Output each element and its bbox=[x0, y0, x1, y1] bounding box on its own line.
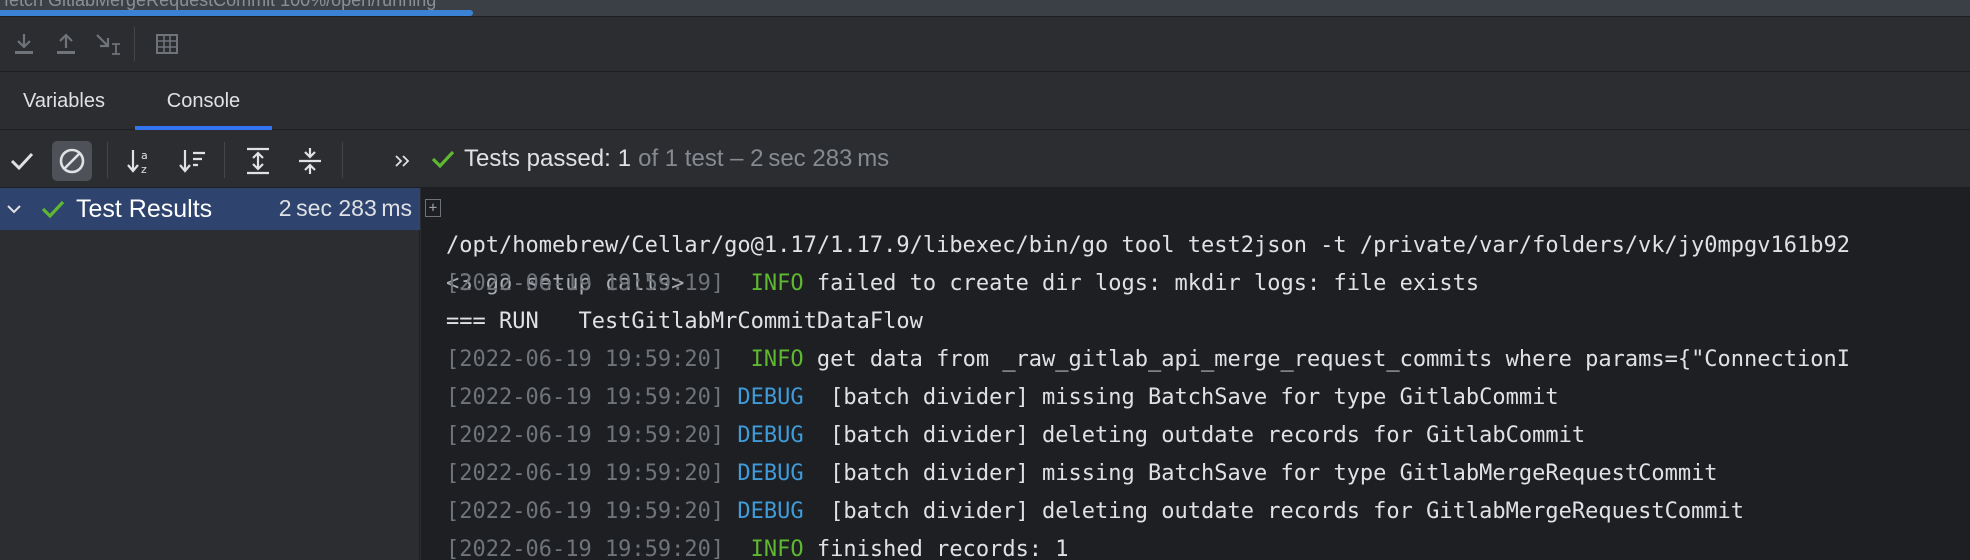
log-level: INFO bbox=[737, 347, 804, 372]
log-timestamp: [2022-06-19 19:59:20] bbox=[446, 347, 725, 372]
tab-console[interactable]: Console bbox=[135, 72, 272, 130]
console-line: [2022-06-19 19:59:20] DEBUG [batch divid… bbox=[446, 455, 1718, 493]
tab-console-label: Console bbox=[166, 90, 241, 112]
tab-variables-label: Variables bbox=[23, 90, 105, 112]
passed-check-icon bbox=[431, 150, 455, 169]
log-level: INFO bbox=[737, 271, 804, 296]
log-message: [batch divider] missing BatchSave for ty… bbox=[803, 461, 1718, 486]
console-line: [2022-06-19 19:59:20] DEBUG [batch divid… bbox=[446, 379, 1559, 417]
run-progress-strip: fetch GitlabMergeRequestCommit 100%/open… bbox=[0, 0, 1970, 17]
test-runner-toolbar: az Tests passed: 1 of 1 test – 2 sec 283… bbox=[0, 130, 1970, 188]
tree-node-duration: 2 sec 283 ms bbox=[278, 195, 412, 221]
log-level: INFO bbox=[737, 537, 804, 560]
console-line: [2022-06-19 19:59:20] DEBUG [batch divid… bbox=[446, 417, 1585, 455]
progress-bar bbox=[0, 10, 473, 16]
tests-passed-count: 1 bbox=[617, 145, 632, 172]
console-text: /opt/homebrew/Cellar/go@1.17/1.17.9/libe… bbox=[446, 233, 1850, 258]
log-timestamp: [2022-06-19 19:59:19] bbox=[446, 271, 725, 296]
step-out-icon[interactable] bbox=[90, 26, 126, 62]
toolbar-separator bbox=[224, 142, 225, 178]
svg-text:z: z bbox=[141, 163, 147, 176]
console-line: [2022-06-19 19:59:20] DEBUG [batch divid… bbox=[446, 493, 1744, 531]
expand-all-icon[interactable] bbox=[238, 141, 278, 181]
show-ignored-icon[interactable] bbox=[52, 141, 92, 181]
log-timestamp: [2022-06-19 19:59:20] bbox=[446, 385, 725, 410]
log-timestamp: [2022-06-19 19:59:20] bbox=[446, 499, 725, 524]
log-timestamp: [2022-06-19 19:59:20] bbox=[446, 461, 725, 486]
tree-node-label: Test Results bbox=[76, 195, 213, 223]
console-line: [2022-06-19 19:59:20] INFO get data from… bbox=[446, 341, 1850, 379]
sort-by-duration-icon[interactable] bbox=[172, 141, 212, 181]
log-message: finished records: 1 bbox=[803, 537, 1069, 560]
collapse-all-icon[interactable] bbox=[290, 141, 330, 181]
log-message: failed to create dir logs: mkdir logs: f… bbox=[803, 271, 1480, 296]
download-icon[interactable] bbox=[6, 26, 42, 62]
tests-passed-label: Tests passed: bbox=[464, 145, 611, 172]
console-line: === RUN TestGitlabMrCommitDataFlow bbox=[446, 303, 923, 341]
log-message: get data from _raw_gitlab_api_merge_requ… bbox=[803, 347, 1851, 372]
test-results-tree: Test Results 2 sec 283 ms bbox=[0, 188, 420, 560]
toolbar-separator bbox=[342, 142, 343, 178]
upload-icon[interactable] bbox=[48, 26, 84, 62]
console-line: [2022-06-19 19:59:19] INFO failed to cre… bbox=[446, 265, 1479, 303]
debugger-toolbar bbox=[0, 17, 1970, 72]
log-timestamp: [2022-06-19 19:59:20] bbox=[446, 537, 725, 560]
console-line: [2022-06-19 19:59:20] INFO finished reco… bbox=[446, 531, 1069, 560]
log-message: [batch divider] missing BatchSave for ty… bbox=[803, 385, 1559, 410]
tab-variables[interactable]: Variables bbox=[0, 72, 128, 130]
log-level: DEBUG bbox=[737, 461, 804, 486]
tests-total-duration: of 1 test – 2 sec 283 ms bbox=[638, 145, 890, 172]
toolbar-separator bbox=[134, 27, 135, 61]
log-message: [batch divider] deleting outdate records… bbox=[803, 423, 1586, 448]
console-text: === RUN TestGitlabMrCommitDataFlow bbox=[446, 309, 923, 334]
passed-check-icon bbox=[41, 200, 65, 219]
console-output[interactable]: + <3 go setup calls> /opt/homebrew/Cella… bbox=[421, 188, 1970, 560]
show-passed-icon[interactable] bbox=[2, 141, 42, 181]
log-level: DEBUG bbox=[737, 499, 804, 524]
more-icon[interactable] bbox=[382, 141, 422, 181]
log-message: [batch divider] deleting outdate records… bbox=[803, 499, 1745, 524]
toolbar-separator bbox=[107, 142, 108, 178]
console-line: /opt/homebrew/Cellar/go@1.17/1.17.9/libe… bbox=[446, 227, 1850, 265]
sort-alphabetically-icon[interactable]: az bbox=[120, 141, 160, 181]
svg-text:a: a bbox=[141, 149, 148, 162]
table-icon[interactable] bbox=[149, 26, 185, 62]
expand-fold-icon[interactable]: + bbox=[425, 199, 441, 217]
chevron-down-icon[interactable] bbox=[4, 199, 24, 219]
debug-tab-bar: Variables Console bbox=[0, 72, 1970, 130]
log-level: DEBUG bbox=[737, 385, 804, 410]
test-status-summary: Tests passed: 1 of 1 test – 2 sec 283 ms bbox=[430, 130, 889, 188]
console-folded-line[interactable]: + <3 go setup calls> bbox=[421, 189, 684, 296]
log-timestamp: [2022-06-19 19:59:20] bbox=[446, 423, 725, 448]
log-level: DEBUG bbox=[737, 423, 804, 448]
tree-node-test-results[interactable]: Test Results 2 sec 283 ms bbox=[0, 188, 420, 230]
